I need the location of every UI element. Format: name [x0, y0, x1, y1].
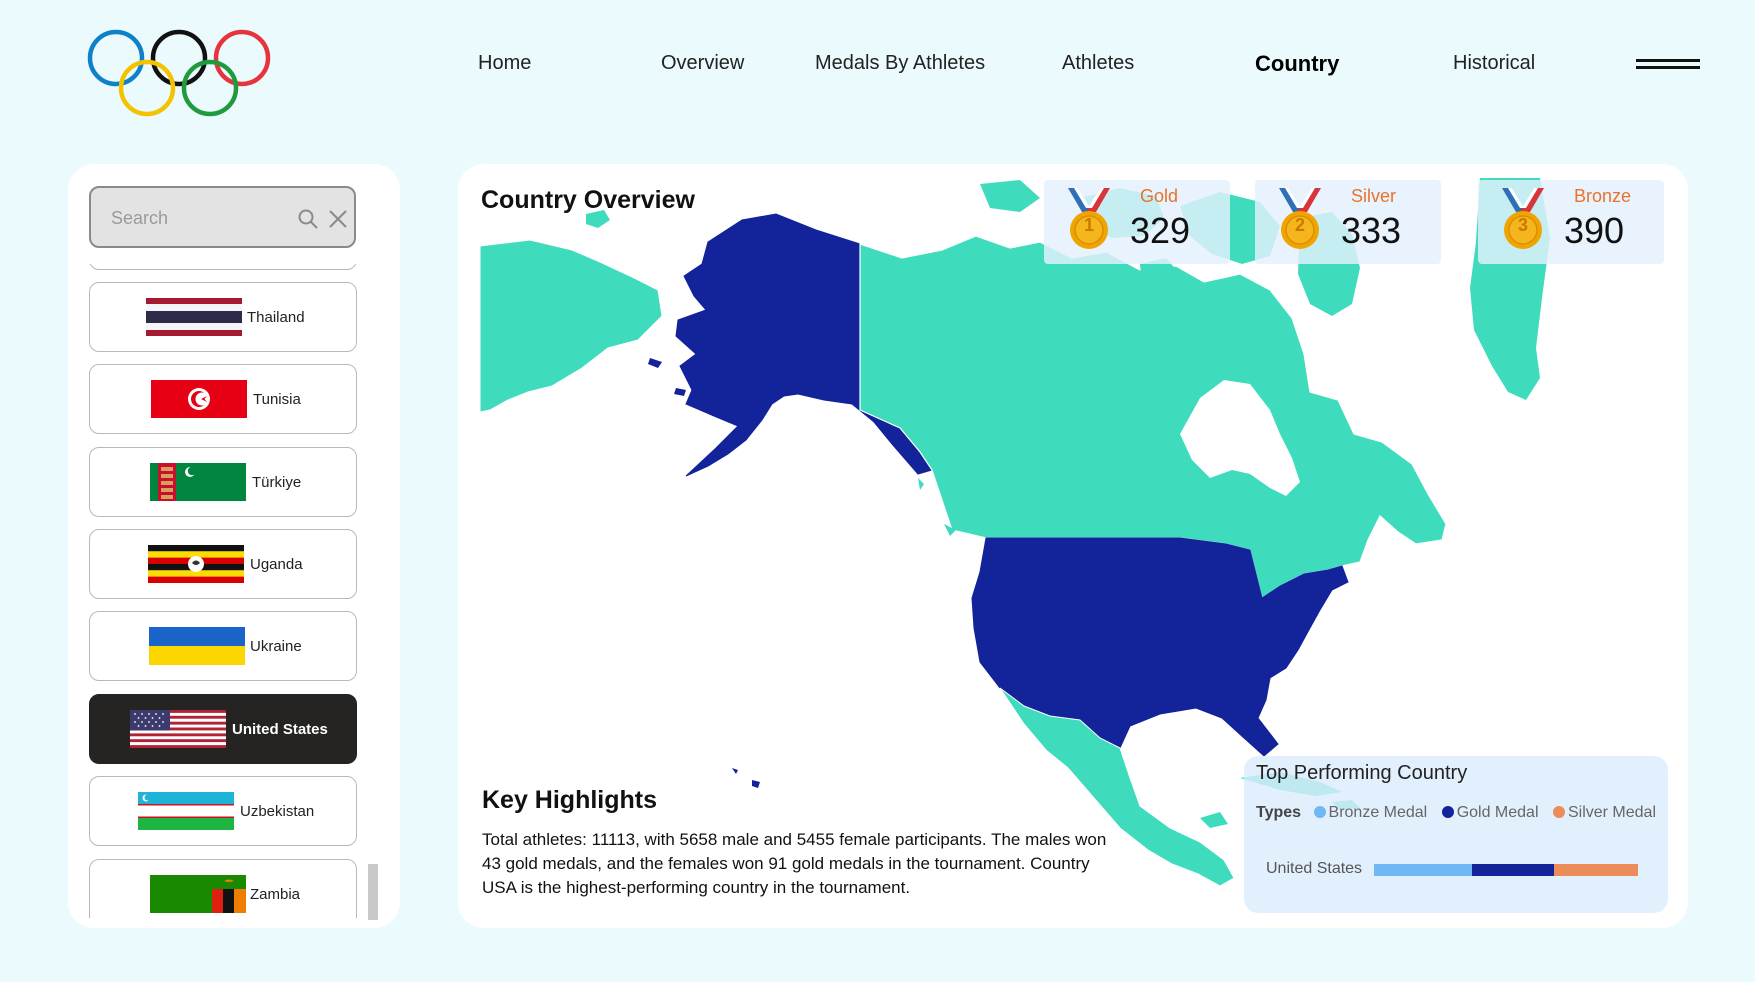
bar-category-label: United States	[1266, 860, 1363, 877]
country-name: Uzbekistan	[240, 803, 315, 820]
country-name: Türkiye	[252, 474, 302, 491]
list-item[interactable]	[89, 264, 357, 270]
search-box	[89, 186, 356, 248]
country-item-turkiye[interactable]: Türkiye	[89, 447, 357, 517]
nav-medals-by-athletes[interactable]: Medals By Athletes	[815, 52, 985, 75]
silver-medal-card[interactable]: 2 Silver 333	[1255, 180, 1441, 264]
key-highlights-title: Key Highlights	[482, 786, 658, 814]
legend-dot-icon	[1441, 806, 1454, 818]
country-item-tunisia[interactable]: Tunisia	[89, 364, 357, 434]
top-performing-country-chart[interactable]: Top Performing Country Types Bronze Meda…	[1244, 756, 1668, 913]
country-item-uzbekistan[interactable]: Uzbekistan	[89, 776, 357, 846]
legend-dot-icon	[1552, 806, 1565, 818]
chart-title: Top Performing Country	[1256, 762, 1468, 784]
legend-label: Silver Medal	[1567, 804, 1656, 821]
nav-athletes[interactable]: Athletes	[1062, 52, 1134, 75]
key-highlights-text: Total athletes: 11113, with 5658 male an…	[482, 830, 1107, 897]
uganda-flag-icon	[148, 545, 244, 583]
medal-rank-number: 2	[1294, 215, 1305, 235]
nav-historical[interactable]: Historical	[1453, 52, 1535, 75]
country-name: Tunisia	[253, 391, 301, 408]
legend-item-bronze[interactable]: Bronze Medal	[1313, 804, 1428, 821]
bar-segment-gold-medal[interactable]	[1471, 864, 1555, 876]
bronze-label: Bronze	[1574, 186, 1632, 206]
page-title: Country Overview	[481, 186, 695, 214]
bronze-value: 390	[1564, 210, 1625, 251]
country-item-ukraine[interactable]: Ukraine	[89, 611, 357, 681]
country-item-uganda[interactable]: Uganda	[89, 529, 357, 599]
ukraine-flag-icon	[149, 627, 245, 665]
country-item-united-states[interactable]: United States	[89, 694, 357, 764]
country-name: United States	[232, 721, 328, 738]
gold-medal-card[interactable]: 1 Gold 329	[1044, 180, 1230, 264]
chart-legend: Types Bronze Medal Gold Medal Silver Med…	[1256, 804, 1666, 822]
legend-title: Types	[1256, 804, 1302, 821]
search-icon[interactable]	[297, 208, 319, 230]
turkmenistan-flag-icon	[150, 463, 246, 501]
map-region-hawaii	[732, 768, 760, 788]
bar-segment-silver-medal[interactable]	[1554, 864, 1638, 876]
close-icon[interactable]	[327, 208, 349, 230]
country-item-zambia[interactable]: Zambia	[89, 859, 357, 918]
medal-rank-number: 3	[1517, 215, 1528, 235]
medal-rank-number: 1	[1083, 215, 1094, 235]
country-name: Zambia	[250, 886, 301, 903]
hamburger-menu-icon[interactable]	[1636, 58, 1700, 72]
country-name: Uganda	[250, 556, 303, 573]
map-region-russia	[480, 239, 663, 413]
legend-label: Gold Medal	[1456, 804, 1539, 821]
main-navigation: Home Overview Medals By Athletes Athlete…	[0, 48, 1755, 82]
bronze-medal-card[interactable]: 3 Bronze 390	[1478, 180, 1664, 264]
nav-overview[interactable]: Overview	[661, 52, 744, 75]
silver-label: Silver	[1351, 186, 1397, 206]
country-item-thailand[interactable]: Thailand	[89, 282, 357, 352]
bar-segment-bronze-medal[interactable]	[1374, 864, 1472, 876]
thailand-flag-icon	[146, 298, 242, 336]
country-name: Ukraine	[250, 638, 302, 655]
tunisia-flag-icon	[151, 380, 247, 418]
silver-value: 333	[1341, 210, 1402, 251]
legend-item-silver[interactable]: Silver Medal	[1552, 804, 1656, 821]
legend-item-gold[interactable]: Gold Medal	[1441, 804, 1539, 821]
nav-home[interactable]: Home	[478, 52, 531, 75]
legend-label: Bronze Medal	[1328, 804, 1428, 821]
zambia-flag-icon	[150, 875, 246, 913]
map-region-aleutians	[648, 358, 686, 396]
stacked-bar[interactable]	[1374, 864, 1638, 876]
nav-country[interactable]: Country	[1255, 51, 1339, 77]
gold-value: 329	[1130, 210, 1191, 251]
gold-label: Gold	[1140, 186, 1179, 206]
legend-dot-icon	[1313, 806, 1326, 818]
country-slicer-panel: Thailand Tunisia	[68, 164, 400, 928]
country-list[interactable]: Thailand Tunisia Türkiye Uganda Ukraine …	[68, 264, 400, 918]
uzbekistan-flag-icon	[138, 792, 234, 830]
search-input[interactable]	[109, 202, 283, 234]
country-name: Thailand	[247, 309, 305, 326]
country-overview-panel: Country Overview 1 Gold 329 2 Silver 333	[458, 164, 1688, 928]
list-scrollbar[interactable]	[368, 864, 378, 920]
usa-flag-icon	[130, 710, 226, 748]
